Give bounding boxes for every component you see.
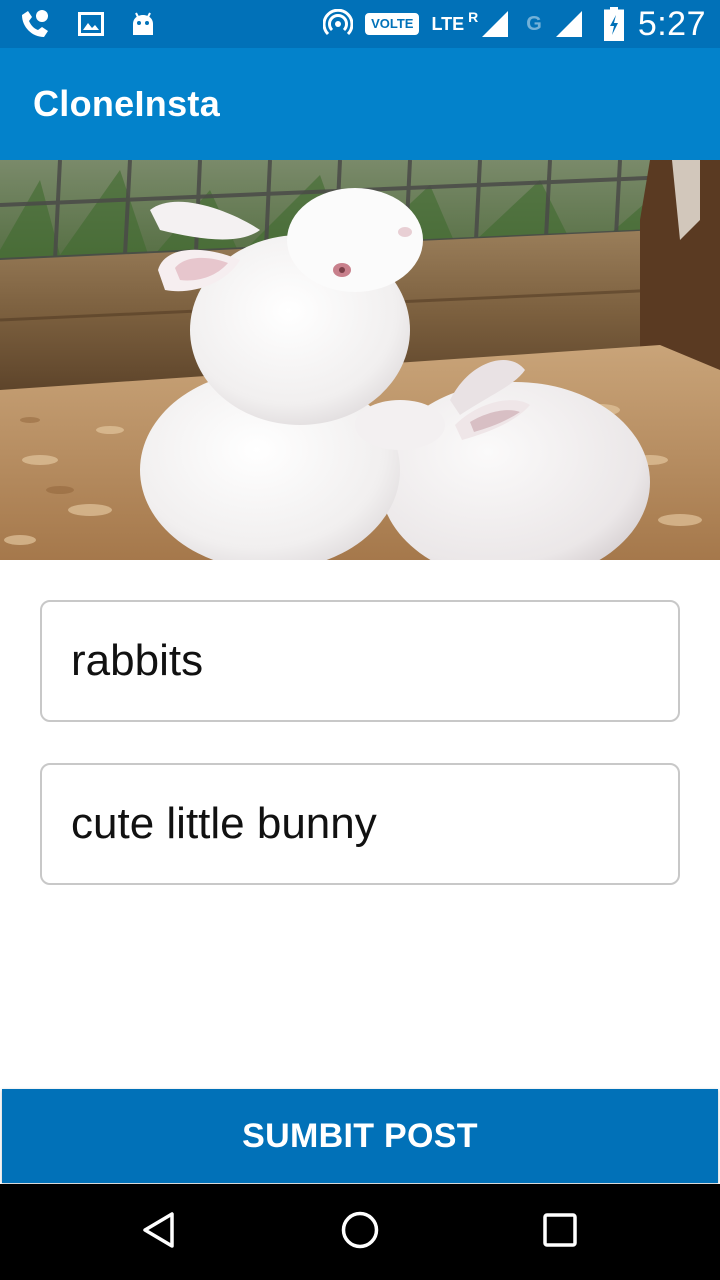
title-field[interactable] — [40, 600, 680, 722]
back-button[interactable] — [120, 1192, 200, 1272]
caption-field[interactable] — [40, 763, 680, 885]
title-input[interactable] — [71, 636, 678, 686]
lte-label: LTE — [431, 14, 465, 34]
roaming-label: R — [468, 9, 479, 25]
hotspot-icon — [323, 9, 354, 39]
photo-icon — [0, 160, 720, 560]
missed-call-icon — [18, 7, 52, 41]
volte-badge: VOLTE — [365, 13, 420, 35]
status-bar-clock: 5:27 — [637, 4, 706, 43]
screen: VOLTE LTE R G 5:27 CloneInsta rabbits cu… — [0, 0, 720, 1280]
status-bar-notifications — [18, 7, 182, 41]
back-icon — [140, 1210, 180, 1255]
home-icon — [340, 1210, 380, 1255]
network-type-label: G — [526, 12, 542, 35]
recents-icon — [542, 1212, 578, 1253]
app-title: CloneInsta — [33, 83, 221, 124]
submit-post-button[interactable]: SUMBIT POST — [2, 1089, 718, 1183]
status-bar: VOLTE LTE R G 5:27 — [0, 0, 720, 48]
status-bar-system: VOLTE LTE R G 5:27 — [311, 5, 706, 44]
recents-button[interactable] — [520, 1192, 600, 1272]
post-image[interactable] — [0, 160, 720, 560]
app-bar: CloneInsta — [0, 48, 720, 160]
home-button[interactable] — [320, 1192, 400, 1272]
android-icon — [130, 11, 156, 37]
signal-icon — [554, 9, 584, 39]
caption-input[interactable] — [71, 799, 678, 849]
battery-charging-icon — [603, 7, 624, 41]
navigation-bar — [0, 1184, 720, 1280]
signal-icon: R — [468, 9, 510, 39]
image-icon — [78, 12, 104, 36]
